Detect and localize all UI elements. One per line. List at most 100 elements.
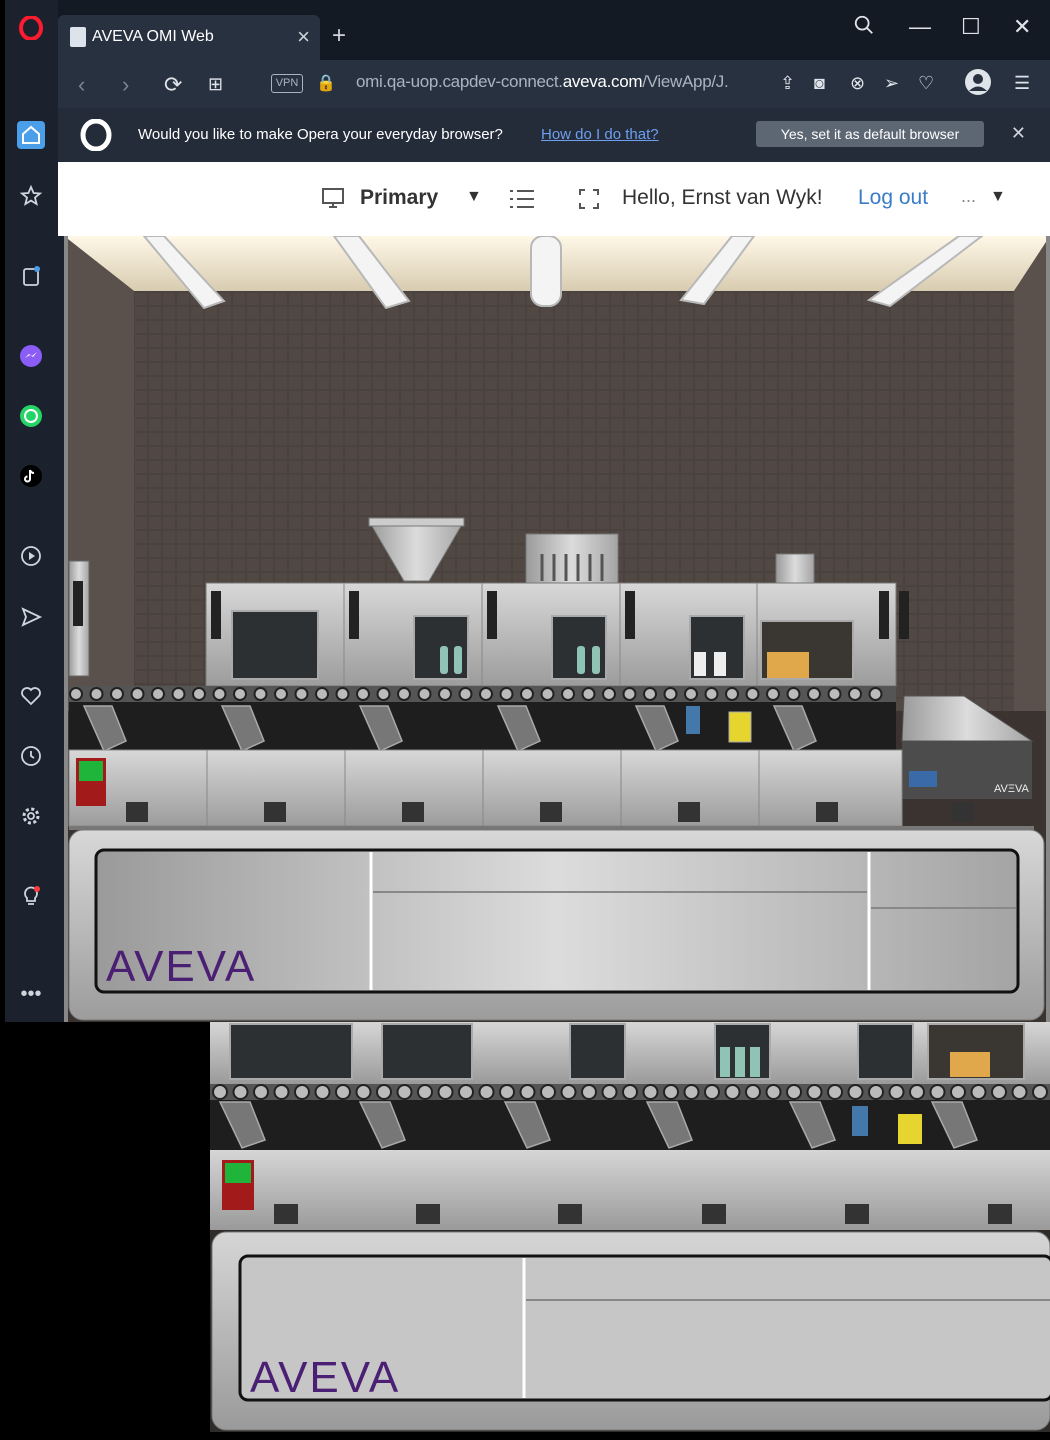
conveyor-roller xyxy=(89,687,104,701)
banner-text: Would you like to make Opera your everyd… xyxy=(138,126,503,143)
conveyor-roller xyxy=(294,687,309,701)
conveyor-roller xyxy=(315,687,329,701)
banner-close-icon[interactable]: ✕ xyxy=(1011,123,1026,144)
back-icon[interactable]: ‹ xyxy=(78,72,85,98)
conveyor-roller xyxy=(151,687,165,701)
conveyor-roller xyxy=(540,1084,556,1100)
banner-help-link[interactable]: How do I do that? xyxy=(541,126,659,143)
duplicate-factory-graphic: AVEVA xyxy=(210,1022,1050,1431)
logout-link[interactable]: Log out xyxy=(858,186,928,210)
more-dropdown-icon[interactable]: ▼ xyxy=(990,188,1006,206)
set-default-button[interactable]: Yes, set it as default browser xyxy=(756,121,984,147)
conveyor-roller xyxy=(848,687,862,701)
duplicate-scene-artifact: AVEVA xyxy=(210,1022,1050,1432)
forward-icon[interactable]: › xyxy=(122,72,129,98)
whatsapp-icon[interactable] xyxy=(17,402,45,430)
more-options[interactable]: ... xyxy=(961,186,976,207)
reload-icon[interactable]: ⟳ xyxy=(164,72,182,98)
screen-selector[interactable]: Primary xyxy=(360,186,438,210)
conveyor-roller xyxy=(274,687,288,701)
maximize-icon[interactable]: ☐ xyxy=(961,14,981,40)
send-icon[interactable] xyxy=(17,603,45,631)
screen-dropdown-icon[interactable]: ▼ xyxy=(466,188,482,206)
conveyor-roller xyxy=(663,1084,679,1100)
factory-graphic: AVΞVA AVEVA xyxy=(64,236,1050,1022)
home-icon[interactable] xyxy=(17,121,45,149)
conveyor-roller xyxy=(622,687,637,701)
conveyor-roller xyxy=(519,1084,536,1100)
tiktok-icon[interactable] xyxy=(17,462,45,490)
adblock-icon[interactable]: ⊗ xyxy=(850,73,865,94)
camera-icon[interactable]: ◙ xyxy=(814,73,825,94)
aveva-logo-duplicate: AVEVA xyxy=(250,1353,400,1402)
tabs-grid-icon[interactable]: ⊞ xyxy=(208,74,223,95)
tab-aveva-omi[interactable]: AVEVA OMI Web × xyxy=(58,15,320,60)
viewport-edge xyxy=(58,236,64,1022)
settings-gear-icon[interactable] xyxy=(17,802,45,830)
fullscreen-icon[interactable] xyxy=(578,188,600,215)
conveyor-roller xyxy=(335,1084,351,1100)
share-icon[interactable]: ⇪ xyxy=(780,73,795,94)
conveyor-roller xyxy=(499,1084,515,1100)
more-dots-icon[interactable]: ••• xyxy=(17,980,45,1008)
conveyor-roller xyxy=(520,687,534,701)
lightbulb-icon[interactable] xyxy=(17,882,45,910)
history-icon[interactable] xyxy=(17,742,45,770)
new-tab-plus-icon[interactable]: + xyxy=(332,22,346,50)
conveyor-roller xyxy=(806,1084,823,1100)
conveyor-roller xyxy=(807,687,821,701)
conveyor-roller xyxy=(663,687,678,701)
conveyor-roller xyxy=(622,1084,638,1100)
conveyor-roller xyxy=(376,1084,392,1100)
lock-icon[interactable]: 🔒 xyxy=(316,73,336,93)
heart-icon[interactable] xyxy=(17,682,45,710)
minimize-icon[interactable]: — xyxy=(909,14,931,40)
conveyor-roller xyxy=(601,1084,618,1100)
list-menu-icon[interactable] xyxy=(508,188,536,215)
opera-o-icon xyxy=(80,118,112,156)
page-icon xyxy=(70,27,86,47)
star-icon[interactable] xyxy=(17,182,45,210)
player-icon[interactable] xyxy=(17,542,45,570)
conveyor-roller xyxy=(458,1084,474,1100)
conveyor-roller xyxy=(212,687,227,701)
conveyor-roller xyxy=(909,1084,925,1100)
conveyor-roller xyxy=(253,687,268,701)
conveyor-roller xyxy=(478,1084,495,1100)
easy-setup-icon[interactable]: ☰ xyxy=(1014,73,1030,94)
conveyor-roller xyxy=(970,1084,987,1100)
opera-sidebar: ••• xyxy=(5,0,58,1022)
conveyor-roller xyxy=(683,1084,700,1100)
conveyor-roller xyxy=(1011,1084,1028,1100)
profile-avatar-icon[interactable] xyxy=(964,68,992,102)
conveyor-roller xyxy=(561,687,575,701)
factory-scene: AVΞVA AVEVA xyxy=(64,236,1050,1022)
conveyor-roller xyxy=(642,1084,659,1100)
conveyor-roller xyxy=(438,687,452,701)
conveyor-roller xyxy=(765,1084,782,1100)
conveyor-roller xyxy=(376,687,391,701)
browser-window: ••• AVEVA OMI Web × + — ☐ ✕ ‹ › ⟳ ⊞ VPN … xyxy=(5,0,1050,1022)
conveyor-roller xyxy=(725,687,739,701)
url-field[interactable]: omi.qa-uop.capdev-connect.aveva.com/View… xyxy=(356,72,729,92)
clipboard-icon[interactable] xyxy=(17,262,45,290)
send-tab-icon[interactable]: ➢ xyxy=(884,73,899,94)
conveyor-roller xyxy=(130,687,145,701)
conveyor-roller xyxy=(704,687,719,701)
conveyor-roller xyxy=(827,1084,843,1100)
conveyor-roller xyxy=(745,687,760,701)
vpn-badge[interactable]: VPN xyxy=(271,74,303,93)
close-window-icon[interactable]: ✕ xyxy=(1013,14,1031,40)
conveyor-roller xyxy=(356,687,370,701)
conveyor-roller xyxy=(704,1084,720,1100)
search-icon[interactable] xyxy=(853,14,875,42)
tab-close-icon[interactable]: × xyxy=(297,24,310,50)
messenger-icon[interactable] xyxy=(17,342,45,370)
omi-header: Primary ▼ Hello, Ernst van Wyk! Log out … xyxy=(58,162,1050,236)
conveyor-roller xyxy=(171,687,186,701)
opera-logo-icon[interactable] xyxy=(17,14,45,42)
bookmark-heart-icon[interactable]: ♡ xyxy=(918,73,934,94)
conveyor-roller xyxy=(417,687,432,701)
conveyor-roller xyxy=(581,687,596,701)
conveyor-roller xyxy=(888,1084,905,1100)
